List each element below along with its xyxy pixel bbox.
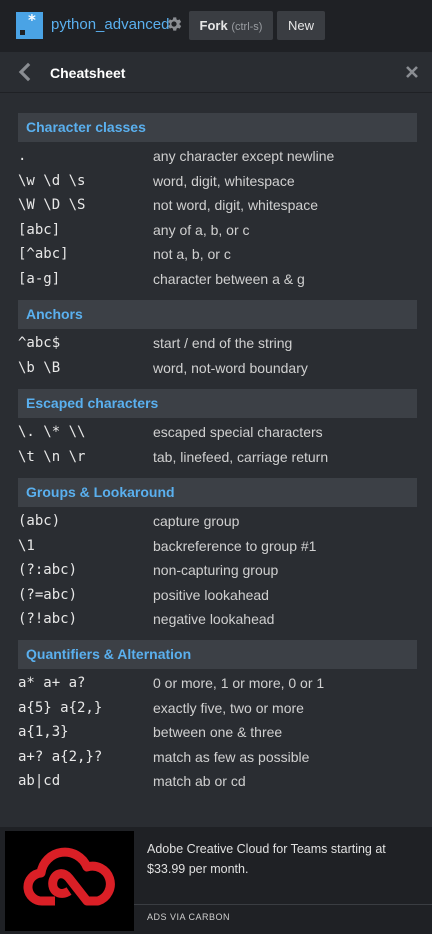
regex-description: escaped special characters bbox=[153, 424, 323, 440]
cheatsheet-row[interactable]: \. \* \\ escaped special characters bbox=[18, 420, 417, 444]
close-icon[interactable] bbox=[404, 64, 420, 80]
regex-description: any character except newline bbox=[153, 148, 335, 164]
cheatsheet-row[interactable]: a{5} a{2,} exactly five, two or more bbox=[18, 696, 417, 720]
creative-cloud-logo-icon bbox=[23, 847, 115, 906]
cheatsheet-row[interactable]: a+? a{2,}? match as few as possible bbox=[18, 745, 417, 769]
cheatsheet-row[interactable]: ab|cd match ab or cd bbox=[18, 769, 417, 793]
cheatsheet-row[interactable]: \w \d \s word, digit, whitespace bbox=[18, 169, 417, 193]
new-button[interactable]: New bbox=[277, 11, 325, 40]
cheatsheet-row[interactable]: \W \D \S not word, digit, whitespace bbox=[18, 193, 417, 217]
regex-description: character between a & g bbox=[153, 271, 305, 287]
regex-description: negative lookahead bbox=[153, 611, 275, 627]
cheatsheet-row[interactable]: [^abc] not a, b, or c bbox=[18, 242, 417, 266]
cheatsheet-row[interactable]: ^abc$ start / end of the string bbox=[18, 331, 417, 355]
regex-token: [^abc] bbox=[18, 246, 69, 262]
regex-description: exactly five, two or more bbox=[153, 700, 304, 716]
ad-text[interactable]: Adobe Creative Cloud for Teams starting … bbox=[147, 839, 407, 879]
regex-token: a+? a{2,}? bbox=[18, 749, 103, 765]
regex-description: non-capturing group bbox=[153, 562, 279, 578]
regex-description: between one & three bbox=[153, 724, 283, 740]
regex-token: a* a+ a? bbox=[18, 675, 86, 691]
fork-shortcut-hint: (ctrl-s) bbox=[231, 21, 263, 33]
cheatsheet-row[interactable]: \1 backreference to group #1 bbox=[18, 534, 417, 558]
regex-token: (?=abc) bbox=[18, 587, 78, 603]
regex-token: ab|cd bbox=[18, 773, 61, 789]
section-header: Anchors bbox=[18, 300, 417, 329]
regex-description: start / end of the string bbox=[153, 335, 293, 351]
gear-icon[interactable] bbox=[165, 15, 183, 33]
chevron-left-icon[interactable] bbox=[17, 62, 31, 82]
cheatsheet-row[interactable]: \t \n \r tab, linefeed, carriage return bbox=[18, 445, 417, 469]
cheatsheet-row[interactable]: (abc) capture group bbox=[18, 509, 417, 533]
project-name[interactable]: python_advanced bbox=[51, 16, 169, 34]
cheatsheet-row[interactable]: [a-g] character between a & g bbox=[18, 267, 417, 291]
section-header: Character classes bbox=[18, 113, 417, 142]
regex-token: \W \D \S bbox=[18, 197, 86, 213]
regex-description: positive lookahead bbox=[153, 587, 269, 603]
panel-header: Cheatsheet bbox=[0, 52, 432, 93]
regex-description: any of a, b, or c bbox=[153, 222, 250, 238]
regex-description: match as few as possible bbox=[153, 749, 310, 765]
ad-image[interactable] bbox=[5, 831, 134, 931]
regex-description: backreference to group #1 bbox=[153, 538, 317, 554]
regex-description: match ab or cd bbox=[153, 773, 246, 789]
regex-token: \. \* \\ bbox=[18, 424, 86, 440]
fork-label: Fork bbox=[199, 18, 228, 33]
regex-token: (abc) bbox=[18, 513, 61, 529]
regex-token: ^abc$ bbox=[18, 335, 61, 351]
regex-token: \b \B bbox=[18, 360, 61, 376]
cheatsheet-row[interactable]: a{1,3} between one & three bbox=[18, 720, 417, 744]
fork-button[interactable]: Fork (ctrl-s) bbox=[189, 11, 273, 40]
regex-description: word, digit, whitespace bbox=[153, 173, 295, 189]
carbon-ad[interactable]: Adobe Creative Cloud for Teams starting … bbox=[0, 827, 432, 934]
section-header: Quantifiers & Alternation bbox=[18, 640, 417, 669]
regex-description: not word, digit, whitespace bbox=[153, 197, 318, 213]
regex-token: \1 bbox=[18, 538, 35, 554]
ad-divider bbox=[134, 904, 432, 905]
regex-description: 0 or more, 1 or more, 0 or 1 bbox=[153, 675, 325, 691]
regex-token: . bbox=[18, 148, 27, 164]
ads-via-carbon-link[interactable]: ADS VIA CARBON bbox=[147, 912, 230, 922]
regex-token: a{5} a{2,} bbox=[18, 700, 103, 716]
top-bar: * python_advanced Fork (ctrl-s) New bbox=[0, 0, 432, 52]
section-header: Groups & Lookaround bbox=[18, 478, 417, 507]
cheatsheet-row[interactable]: (?!abc) negative lookahead bbox=[18, 607, 417, 631]
regex-description: not a, b, or c bbox=[153, 246, 231, 262]
section-header: Escaped characters bbox=[18, 389, 417, 418]
regex-description: word, not-word boundary bbox=[153, 360, 308, 376]
panel-title: Cheatsheet bbox=[50, 65, 126, 81]
regex-token: (?!abc) bbox=[18, 611, 78, 627]
regex-description: capture group bbox=[153, 513, 240, 529]
regex-description: tab, linefeed, carriage return bbox=[153, 449, 329, 465]
regex-token: a{1,3} bbox=[18, 724, 69, 740]
regex-token: \t \n \r bbox=[18, 449, 86, 465]
regex-token: [abc] bbox=[18, 222, 61, 238]
cheatsheet-row[interactable]: . any character except newline bbox=[18, 144, 417, 168]
cheatsheet-row[interactable]: a* a+ a? 0 or more, 1 or more, 0 or 1 bbox=[18, 671, 417, 695]
cheatsheet-row[interactable]: \b \B word, not-word boundary bbox=[18, 356, 417, 380]
cheatsheet-row[interactable]: (?:abc) non-capturing group bbox=[18, 558, 417, 582]
regex-token: [a-g] bbox=[18, 271, 61, 287]
regex-token: \w \d \s bbox=[18, 173, 86, 189]
regex-logo-icon[interactable]: * bbox=[16, 12, 43, 39]
regex-token: (?:abc) bbox=[18, 562, 78, 578]
cheatsheet-row[interactable]: (?=abc) positive lookahead bbox=[18, 583, 417, 607]
cheatsheet-row[interactable]: [abc] any of a, b, or c bbox=[18, 218, 417, 242]
